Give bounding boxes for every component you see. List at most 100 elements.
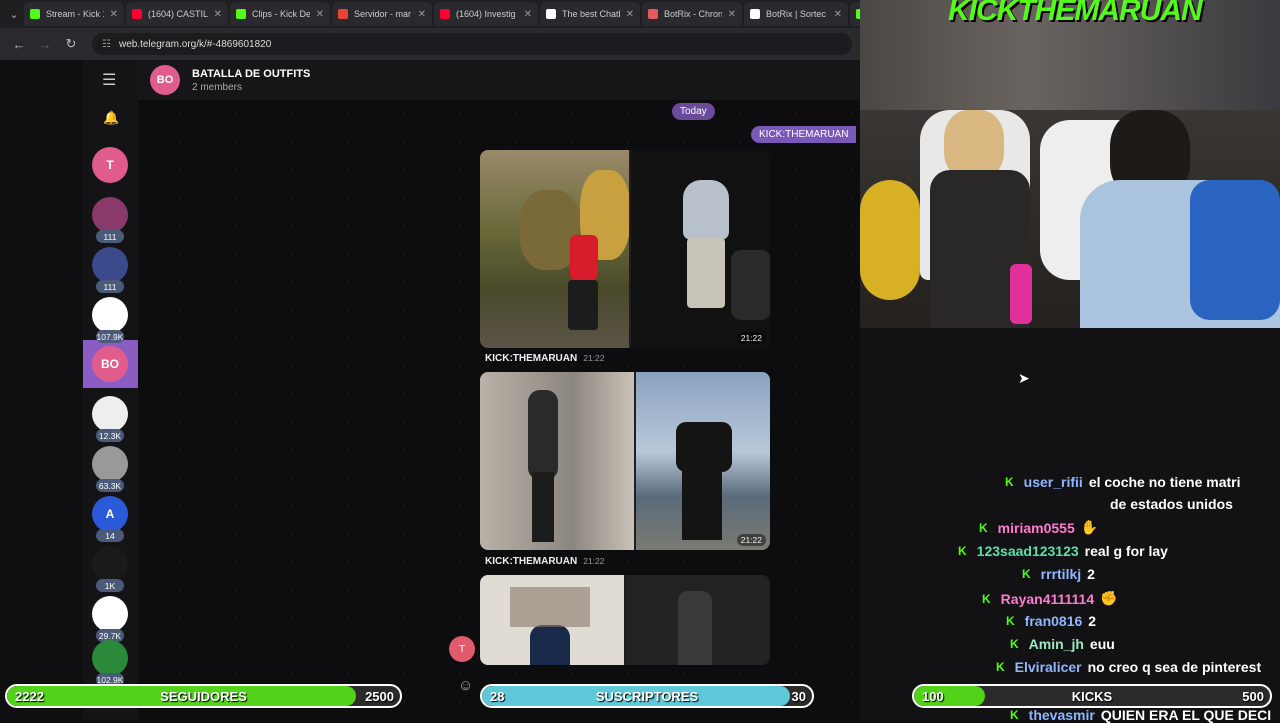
browser-tab[interactable]: BotRix | Sortec ✕: [744, 2, 848, 26]
youtube-icon: [132, 9, 142, 19]
tab-search-icon[interactable]: ⌄: [4, 4, 24, 24]
outfit-photo[interactable]: [626, 575, 770, 665]
chat-username[interactable]: fran0816: [1025, 613, 1083, 629]
chat-list-avatar[interactable]: [92, 197, 128, 233]
forward-icon[interactable]: →: [34, 33, 56, 55]
photo-album-message[interactable]: 21:22: [480, 372, 770, 550]
close-icon[interactable]: ✕: [834, 9, 842, 20]
stream-chat-message: Krrrtilkj 2: [1022, 566, 1095, 582]
chat-username[interactable]: Amin_jh: [1029, 636, 1084, 652]
chat-message-text: no creo q sea de pinterest: [1087, 659, 1262, 675]
outfit-photo[interactable]: [480, 575, 624, 665]
message-sender[interactable]: KICK:THEMARUAN: [485, 353, 577, 364]
message-sender[interactable]: KICK:THEMARUAN: [485, 556, 577, 567]
chat-username[interactable]: user_rifii: [1024, 474, 1083, 490]
goal-label: KICKS: [1071, 689, 1113, 704]
chat-list-avatar[interactable]: BO: [92, 346, 128, 382]
close-icon[interactable]: ✕: [316, 9, 324, 20]
tab-title: Stream - Kick 1: [46, 9, 104, 19]
goal-progress-bar: SUSCRIPTORES 28 30: [480, 684, 814, 708]
close-icon[interactable]: ✕: [626, 9, 634, 20]
close-icon[interactable]: ✕: [728, 9, 736, 20]
chat-list-avatar[interactable]: [92, 640, 128, 676]
close-icon[interactable]: ✕: [418, 9, 426, 20]
tab-title: Servidor - mar: [354, 9, 412, 19]
unread-badge: 14: [96, 529, 124, 542]
chat-list-avatar[interactable]: [92, 596, 128, 632]
stream-chat-message: K Elviralicer no creo q sea de pinterest: [996, 659, 1261, 675]
chat-username[interactable]: thevasmir: [1029, 707, 1095, 723]
chat-username[interactable]: rrrtilkj: [1041, 566, 1081, 582]
tab-title: The best Chatb: [562, 9, 620, 19]
chat-list-avatar[interactable]: [92, 546, 128, 582]
photo-album-message[interactable]: [480, 575, 770, 665]
chat-message-text: euu: [1089, 636, 1115, 652]
chat-list-avatar[interactable]: T: [92, 147, 128, 183]
close-icon[interactable]: ✕: [214, 9, 222, 20]
unread-badge: 107.9K: [96, 330, 124, 343]
message-sender-row: KICK:THEMARUAN 21:22: [485, 556, 605, 567]
url-text: web.telegram.org/k/#-4869601820: [118, 38, 272, 50]
kick-icon: [236, 9, 246, 19]
stream-overlay-title: KICKTHEMARUAN: [948, 0, 1203, 27]
browser-tab[interactable]: BotRix - Chron ✕: [642, 2, 742, 26]
tab-title: BotRix - Chron: [664, 9, 722, 19]
date-pill: Today: [672, 103, 715, 120]
chat-list-avatar[interactable]: [92, 446, 128, 482]
close-icon[interactable]: ✕: [524, 9, 532, 20]
kick-badge-icon: K: [958, 544, 967, 558]
chat-list-avatar[interactable]: [92, 297, 128, 333]
gmail-icon: [338, 9, 348, 19]
chat-username[interactable]: 123saad123123: [977, 543, 1079, 559]
chat-list-avatar[interactable]: A: [92, 496, 128, 532]
bell-icon[interactable]: 🔔: [103, 110, 119, 126]
outfit-photo[interactable]: [636, 372, 770, 550]
chat-header[interactable]: BO BATALLA DE OUTFITS 2 members: [138, 60, 860, 100]
back-icon[interactable]: ←: [8, 33, 30, 55]
message-sender-row: KICK:THEMARUAN 21:22: [485, 353, 605, 364]
chat-avatar[interactable]: BO: [150, 65, 180, 95]
chat-message-text: QUIEN ERA EL QUE DECI: [1100, 707, 1272, 723]
chat-title: BATALLA DE OUTFITS: [192, 67, 311, 80]
goal-target: 500: [1242, 689, 1264, 704]
chat-list-initials: T: [106, 158, 114, 172]
close-icon[interactable]: ✕: [110, 9, 118, 20]
stream-chat-message: Kuser_rifii el coche no tiene matri: [1005, 474, 1241, 490]
browser-tab[interactable]: (1604) Investig ✕: [434, 2, 538, 26]
outfit-photo[interactable]: [631, 150, 770, 348]
goal-current: 2222: [15, 689, 44, 704]
browser-tab[interactable]: Servidor - mar ✕: [332, 2, 432, 26]
stream-chat-message: Kfran0816 2: [1006, 613, 1096, 629]
sender-pill: KICK:THEMARUAN: [751, 126, 857, 143]
emoji-icon[interactable]: ☺: [458, 677, 473, 694]
kick-badge-icon: K: [982, 591, 991, 606]
tab-title: (1604) Investig: [456, 9, 516, 19]
reload-icon[interactable]: ↻: [60, 33, 82, 55]
kick-badge-icon: K: [1006, 614, 1015, 628]
chat-username[interactable]: Rayan4111114: [1001, 591, 1094, 607]
chat-list-avatar[interactable]: [92, 396, 128, 432]
chat-list-avatar[interactable]: [92, 247, 128, 283]
photo-album-message[interactable]: 21:22: [480, 150, 770, 348]
chat-username[interactable]: miriam0555: [998, 520, 1075, 536]
browser-tab[interactable]: The best Chatb ✕: [540, 2, 640, 26]
chat-message-text: 2: [1088, 613, 1097, 629]
sender-avatar[interactable]: T: [449, 636, 475, 662]
outfit-photo[interactable]: [480, 372, 634, 550]
address-bar[interactable]: ☷ web.telegram.org/k/#-4869601820: [92, 33, 852, 55]
site-info-icon[interactable]: ☷: [102, 39, 111, 50]
browser-tab[interactable]: Stream - Kick 1 ✕: [24, 2, 124, 26]
browser-tab[interactable]: Clips - Kick De ✕: [230, 2, 330, 26]
menu-icon[interactable]: ☰: [102, 70, 116, 90]
chat-username[interactable]: Elviralicer: [1015, 659, 1082, 675]
chat-subtitle: 2 members: [192, 81, 243, 93]
stream-chat-message: K Amin_jh euu: [1010, 636, 1115, 652]
chat-message-text: 2: [1087, 566, 1095, 582]
browser-tab[interactable]: (1604) CASTILL ✕: [126, 2, 228, 26]
outfit-photo[interactable]: [480, 150, 629, 348]
chat-message-text: real g for lay: [1084, 543, 1168, 559]
tab-title: BotRix | Sortec: [766, 9, 826, 19]
unread-badge: 1K: [96, 579, 124, 592]
unread-badge: 12.3K: [96, 429, 124, 442]
goal-label: SEGUIDORES: [160, 689, 247, 704]
